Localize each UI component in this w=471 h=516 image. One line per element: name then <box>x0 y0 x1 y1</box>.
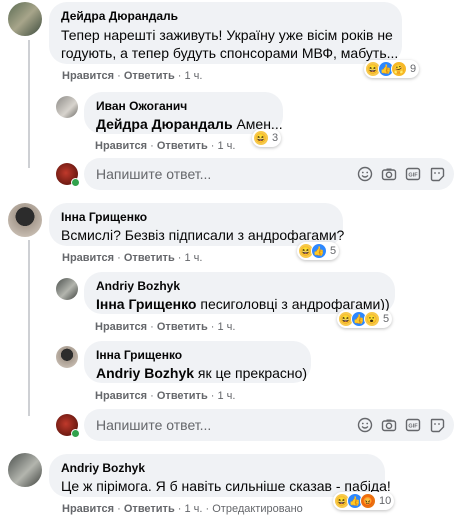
reactions-badge[interactable]: 😆 👍 😮 5 <box>337 310 393 328</box>
comment-bubble: Andriy Bozhyk Це ж пірімога. Я б навіть … <box>49 454 391 497</box>
reactions-count: 9 <box>410 63 417 75</box>
like-link[interactable]: Нравится <box>62 70 114 82</box>
sticker-icon[interactable] <box>428 416 446 434</box>
avatar[interactable] <box>56 346 78 368</box>
comment-author[interactable]: Andriy Bozhyk <box>61 461 373 476</box>
emoji-icon[interactable] <box>356 165 374 183</box>
online-dot <box>71 178 80 187</box>
mention-link[interactable]: Дейдра Дюрандаль <box>96 116 233 132</box>
reply-link[interactable]: Ответить <box>157 140 208 152</box>
reply-link[interactable]: Ответить <box>157 390 208 402</box>
reply-link[interactable]: Ответить <box>124 252 175 264</box>
comment-bubble: Інна Грищенко Всмислі? Безвіз підписали … <box>49 203 345 246</box>
reply-link[interactable]: Ответить <box>124 503 175 515</box>
comment-text: Це ж пірімога. Я б навіть сильніше сказа… <box>61 478 391 494</box>
timestamp[interactable]: 1 ч. <box>185 503 203 515</box>
comment-bubble: Иван Ожоганич Дейдра Дюрандаль Амен... <box>84 92 283 134</box>
reactions-badge[interactable]: 😆 👍 😡 10 <box>333 492 395 510</box>
camera-icon[interactable] <box>380 416 398 434</box>
angry-icon: 😡 <box>360 493 376 509</box>
comment-text: годують, а тепер будуть спонсорами МВФ, … <box>61 45 399 61</box>
comment-author[interactable]: Дейдра Дюрандаль <box>61 9 390 24</box>
emoji-icon[interactable] <box>356 416 374 434</box>
comment-actions: Нравится · Ответить · 1 ч. · Отредактиро… <box>62 503 303 515</box>
timestamp[interactable]: 1 ч. <box>218 390 236 402</box>
comment-author[interactable]: Иван Ожоганич <box>96 99 271 114</box>
wow-icon: 😮 <box>364 311 380 327</box>
reactions-badge[interactable]: 😆 👍 5 <box>297 242 340 260</box>
like-link[interactable]: Нравится <box>95 321 147 333</box>
reply-placeholder: Напишите ответ... <box>96 166 212 182</box>
avatar[interactable] <box>56 96 78 118</box>
reply-link[interactable]: Ответить <box>124 70 175 82</box>
reply-placeholder: Напишите ответ... <box>96 417 212 433</box>
thread-line <box>28 40 30 168</box>
like-link[interactable]: Нравится <box>95 140 147 152</box>
reply-input[interactable]: Напишите ответ... GIF <box>84 158 454 190</box>
svg-text:GIF: GIF <box>408 424 418 430</box>
comment-actions: Нравится · Ответить · 1 ч. <box>95 390 236 402</box>
timestamp[interactable]: 1 ч. <box>218 321 236 333</box>
gif-icon[interactable]: GIF <box>404 416 422 434</box>
like-link[interactable]: Нравится <box>95 390 147 402</box>
reactions-badge[interactable]: 😆 3 <box>252 129 282 147</box>
reactions-count: 5 <box>383 313 390 325</box>
timestamp[interactable]: 1 ч. <box>185 70 203 82</box>
comment-actions: Нравится · Ответить · 1 ч. <box>95 321 236 333</box>
timestamp[interactable]: 1 ч. <box>218 140 236 152</box>
comment-author[interactable]: Інна Грищенко <box>61 210 331 225</box>
comment-text: Всмислі? Безвіз підписали з андрофагами? <box>61 227 345 243</box>
mention-link[interactable]: Andriy Bozhyk <box>96 365 194 381</box>
comment-text: Тепер нарешті заживуть! Україну уже вісі… <box>61 27 393 43</box>
comment-text: Andriy Bozhyk як це прекрасно) <box>96 364 307 382</box>
like-link[interactable]: Нравится <box>62 503 114 515</box>
comment-text: Інна Грищенко песиголовці з андрофагами)… <box>96 295 390 313</box>
comment-actions: Нравится · Ответить · 1 ч. <box>62 70 203 82</box>
camera-icon[interactable] <box>380 165 398 183</box>
avatar[interactable] <box>8 453 42 487</box>
reply-link[interactable]: Ответить <box>157 321 208 333</box>
online-dot <box>71 429 80 438</box>
gif-icon[interactable]: GIF <box>404 165 422 183</box>
mention-link[interactable]: Інна Грищенко <box>96 296 196 312</box>
avatar[interactable] <box>56 278 78 300</box>
comment-author[interactable]: Andriy Bozhyk <box>96 279 383 294</box>
thread-line <box>28 240 30 416</box>
like-link[interactable]: Нравится <box>62 252 114 264</box>
comment-author[interactable]: Інна Грищенко <box>96 348 299 363</box>
comment-text-body: як це прекрасно) <box>194 365 308 381</box>
care-icon: 🤗 <box>391 61 407 77</box>
comment-actions: Нравится · Ответить · 1 ч. <box>62 252 203 264</box>
comment-actions: Нравится · Ответить · 1 ч. <box>95 140 236 152</box>
reply-input[interactable]: Напишите ответ... GIF <box>84 409 454 441</box>
reactions-count: 10 <box>379 495 392 507</box>
edited-label[interactable]: Отредактировано <box>212 503 303 515</box>
like-icon: 👍 <box>311 243 327 259</box>
timestamp[interactable]: 1 ч. <box>185 252 203 264</box>
avatar[interactable] <box>8 2 42 36</box>
comment-bubble: Дейдра Дюрандаль Тепер нарешті заживуть!… <box>49 2 402 64</box>
comment-text: Дейдра Дюрандаль Амен... <box>96 115 283 133</box>
reactions-count: 3 <box>272 132 279 144</box>
reactions-count: 5 <box>330 245 337 257</box>
avatar[interactable] <box>8 203 42 237</box>
svg-text:GIF: GIF <box>408 173 418 179</box>
comment-bubble: Andriy Bozhyk Інна Грищенко песиголовці … <box>84 272 395 314</box>
comment-bubble: Інна Грищенко Andriy Bozhyk як це прекра… <box>84 341 311 383</box>
sticker-icon[interactable] <box>428 165 446 183</box>
reactions-badge[interactable]: 😆 👍 🤗 9 <box>364 60 420 78</box>
haha-icon: 😆 <box>253 130 269 146</box>
